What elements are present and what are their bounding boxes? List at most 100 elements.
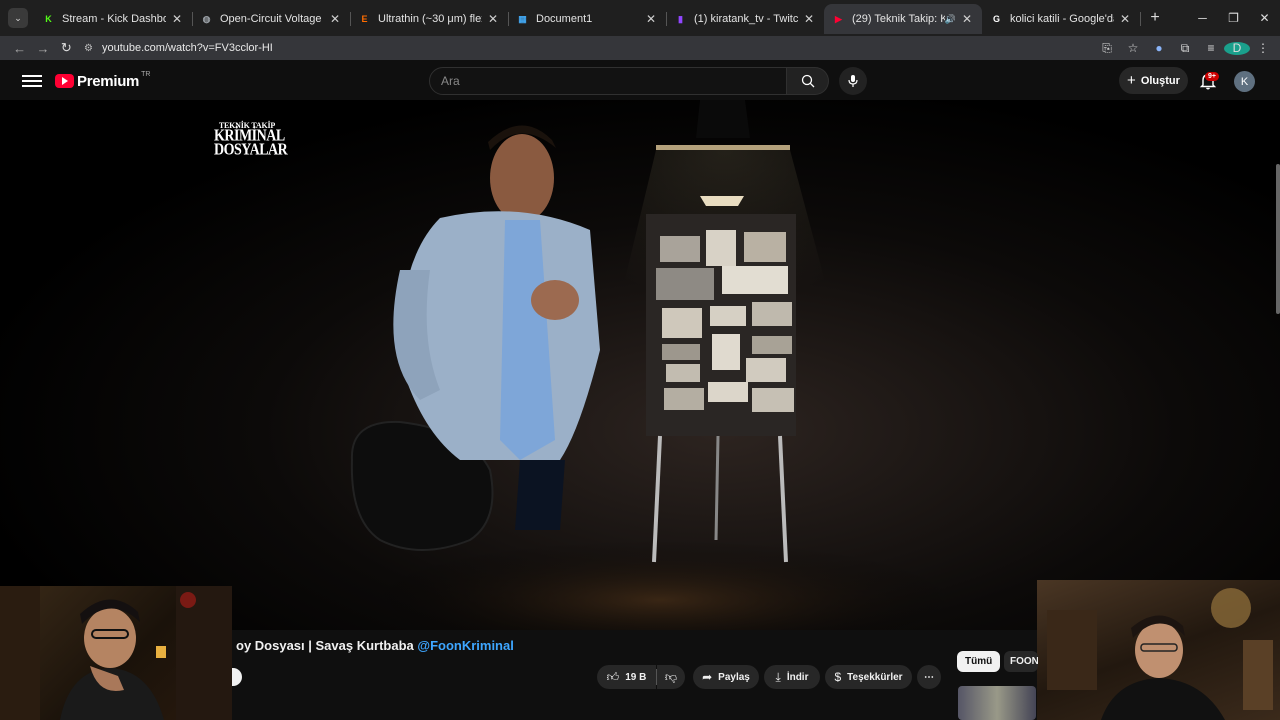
download-button[interactable]: ⤓ İndir [764, 665, 820, 689]
search-input[interactable]: Ara [429, 67, 787, 95]
address-bar[interactable]: ⚙ youtube.com/watch?v=FV3cclor-HI [84, 37, 1094, 59]
tab-title: kolici katili - Google'da Ara [1010, 13, 1114, 25]
video-title: oy Dosyası | Savaş Kurtbaba @FoonKrimina… [236, 638, 514, 653]
hanging-lamp [696, 100, 750, 138]
forward-button[interactable]: → [31, 41, 54, 56]
streamer-webcam-left [0, 586, 232, 720]
install-app-icon[interactable]: ⎘ [1094, 41, 1120, 56]
tab-audio-icon[interactable]: 🔊 [945, 14, 956, 25]
super-thanks-icon: $ [834, 670, 842, 684]
browser-tab[interactable]: ◍ Open-Circuit Voltage (VOC) Ent ✕ [192, 4, 351, 34]
close-window-button[interactable]: ✕ [1249, 0, 1280, 36]
tab-close-icon[interactable]: ✕ [960, 12, 974, 26]
url-text[interactable]: youtube.com/watch?v=FV3cclor-HI [102, 42, 273, 54]
more-actions-button[interactable]: ⋯ [917, 665, 941, 689]
tab-title: Stream - Kick Dashboard [62, 13, 166, 25]
word-doc-icon: ▦ [518, 13, 527, 24]
twitch-icon: ▮ [678, 13, 683, 24]
create-button[interactable]: + Oluştur [1119, 67, 1188, 94]
back-button[interactable]: ← [8, 41, 31, 56]
voice-search-button[interactable] [839, 67, 867, 95]
browser-tab[interactable]: ▮ (1) kiratank_tv - Twitch ✕ [666, 4, 825, 34]
browser-tab[interactable]: K Stream - Kick Dashboard ✕ [34, 4, 193, 34]
youtube-header: Premium TR Ara + Oluştur 9+ K [0, 62, 1280, 100]
share-label: Paylaş [718, 671, 750, 683]
tab-title: (1) kiratank_tv - Twitch [694, 13, 798, 25]
webcam-right-scene [1047, 588, 1273, 720]
tab-close-icon[interactable]: ✕ [170, 12, 184, 26]
video-title-text: oy Dosyası | Savaş Kurtbaba [236, 638, 418, 653]
thumbs-down-icon: 👎︎ [664, 669, 678, 684]
search-icon [801, 74, 814, 88]
logo-region: TR [141, 70, 151, 78]
download-label: İndir [786, 671, 809, 683]
extensions-puzzle-icon[interactable]: ⧉ [1172, 41, 1198, 56]
minimize-button[interactable]: ─ [1187, 0, 1218, 36]
tab-search-button[interactable]: ⌄ [8, 8, 28, 28]
channel-mention-link[interactable]: @FoonKriminal [417, 638, 513, 653]
bookmark-star-icon[interactable]: ☆ [1120, 41, 1146, 55]
chip-all[interactable]: Tümü [957, 651, 1001, 672]
window-controls: ─ ❐ ✕ [1187, 0, 1280, 36]
thanks-label: Teşekkürler [847, 671, 903, 683]
search-button[interactable] [787, 67, 829, 95]
like-button[interactable]: 👍︎ 19 B [597, 665, 656, 689]
download-icon: ⤓ [775, 669, 781, 684]
thanks-button[interactable]: $ Teşekkürler [825, 665, 912, 689]
tab-close-icon[interactable]: ✕ [486, 12, 500, 26]
youtube-play-icon [55, 74, 74, 88]
chip-channel[interactable]: FOON [1004, 651, 1038, 672]
tab-list: K Stream - Kick Dashboard ✕ ◍ Open-Circuit V… [34, 2, 1141, 34]
toolbar-icons: ⎘ ☆ ● ⧉ ≡ D ⋮ [1094, 41, 1276, 56]
youtube-icon: ▶ [835, 13, 842, 24]
extension-circle-icon[interactable]: ● [1146, 41, 1172, 55]
microphone-icon [848, 75, 858, 87]
share-button[interactable]: ➦ Paylaş [693, 665, 759, 689]
site-info-icon[interactable]: ⚙ [84, 43, 102, 54]
tab-close-icon[interactable]: ✕ [328, 12, 342, 26]
restore-button[interactable]: ❐ [1218, 0, 1249, 36]
webcam-left-scene [0, 586, 232, 720]
thumbs-up-icon: 👍︎ [606, 669, 620, 684]
more-horizontal-icon: ⋯ [924, 671, 934, 683]
kick-icon: K [45, 14, 52, 24]
tab-close-icon[interactable]: ✕ [802, 12, 816, 26]
notification-count-badge: 9+ [1205, 72, 1219, 81]
tab-title: Open-Circuit Voltage (VOC) Ent [220, 13, 324, 25]
browser-menu-icon[interactable]: ⋮ [1250, 41, 1276, 55]
hamburger-menu-icon[interactable] [22, 75, 42, 87]
page-scrollbar[interactable] [1276, 164, 1280, 314]
browser-tab[interactable]: ▦ Document1 ✕ [508, 4, 667, 34]
browser-tab-strip: ⌄ K Stream - Kick Dashboard ✕ ◍ Open-Circuit… [0, 0, 1280, 36]
browser-tab[interactable]: ▶ (29) Teknik Takip: Kolici Orta🔊 ✕ [824, 4, 982, 34]
plus-icon: + [1127, 72, 1136, 89]
tab-close-icon[interactable]: ✕ [1118, 12, 1132, 26]
browser-tab[interactable]: Gkolici katili - Google'da Ara ✕ [982, 4, 1141, 34]
board-lamp [700, 196, 744, 206]
browser-tab[interactable]: E Ultrathin (~30 μm) flexible mo ✕ [350, 4, 509, 34]
browser-toolbar: ← → ↻ ⚙ youtube.com/watch?v=FV3cclor-HI … [0, 36, 1280, 60]
account-avatar[interactable]: K [1234, 71, 1255, 92]
chevron-down-icon: ⌄ [14, 12, 22, 23]
tab-title: (29) Teknik Takip: Kolici Orta [852, 13, 945, 25]
media-control-icon[interactable]: ≡ [1198, 41, 1224, 55]
dislike-button[interactable]: 👎︎ [657, 665, 685, 689]
subscribe-button-partial[interactable] [232, 668, 242, 686]
reload-button[interactable]: ↻ [55, 40, 78, 56]
new-tab-button[interactable]: + [1144, 9, 1166, 27]
tab-close-icon[interactable]: ✕ [644, 12, 658, 26]
streamer-webcam-right [1037, 580, 1280, 720]
create-label: Oluştur [1140, 74, 1180, 87]
google-icon: G [992, 14, 1000, 24]
profile-icon[interactable]: D [1224, 41, 1250, 55]
video-player[interactable]: TEKNİK TAKİP KRİMİNAL DOSYALAR [0, 100, 1280, 630]
video-frame-scene [350, 100, 960, 630]
elsevier-icon: E [361, 14, 368, 24]
tab-separator [1140, 12, 1141, 26]
globe-icon: ◍ [202, 13, 211, 24]
youtube-logo[interactable]: Premium TR [55, 70, 151, 90]
recommended-video-thumbnail[interactable] [958, 686, 1036, 720]
tab-title: Document1 [536, 13, 593, 25]
presenter [490, 134, 554, 222]
profile-avatar: D [1224, 42, 1250, 55]
